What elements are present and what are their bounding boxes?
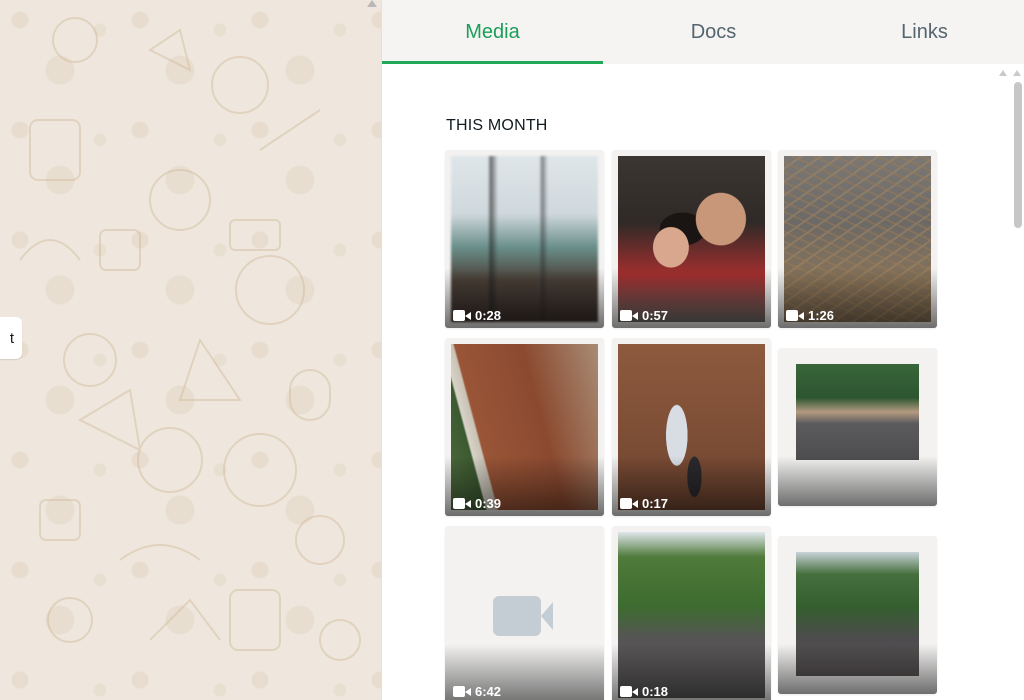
thumbnail-gradient	[778, 456, 937, 506]
tab-links[interactable]: Links	[824, 0, 1024, 64]
media-tabs: Media Docs Links	[382, 0, 1024, 64]
tab-media[interactable]: Media	[382, 0, 603, 64]
message-text: t	[9, 329, 14, 347]
video-camera-icon	[453, 310, 471, 321]
media-item[interactable]	[778, 536, 937, 694]
message-bubble[interactable]: t	[0, 317, 22, 359]
video-duration: 0:28	[453, 308, 501, 323]
video-duration: 0:39	[453, 496, 501, 511]
chat-wallpaper: t	[0, 0, 381, 700]
media-content: THIS MONTH 0:28 0:57 1:26 0:39 0:17 6:42…	[382, 64, 1024, 700]
video-duration: 6:42	[453, 684, 501, 699]
duration-label: 6:42	[475, 684, 502, 699]
media-item[interactable]: 0:28	[445, 150, 604, 328]
chat-scroll-up-arrow[interactable]	[367, 0, 377, 7]
section-title: THIS MONTH	[446, 117, 548, 134]
video-duration: 0:17	[620, 496, 668, 511]
video-camera-icon	[453, 498, 471, 509]
video-duration: 0:57	[620, 308, 668, 323]
video-duration: 1:26	[786, 308, 834, 323]
duration-label: 1:26	[808, 308, 835, 323]
tab-links-label: Links	[901, 20, 948, 43]
tab-docs[interactable]: Docs	[603, 0, 824, 64]
video-camera-icon	[786, 310, 804, 321]
scroll-up-arrow-secondary[interactable]	[1013, 70, 1021, 76]
video-camera-icon	[620, 310, 638, 321]
media-item[interactable]: 6:42	[445, 526, 604, 700]
tab-media-label: Media	[465, 20, 520, 43]
duration-label: 0:57	[642, 308, 669, 323]
duration-label: 0:18	[642, 684, 669, 699]
duration-label: 0:28	[475, 308, 502, 323]
tab-docs-label: Docs	[690, 20, 737, 43]
media-item[interactable]	[778, 348, 937, 506]
media-item[interactable]: 0:18	[612, 526, 771, 700]
thumbnail-gradient	[778, 644, 937, 694]
video-camera-icon	[620, 498, 638, 509]
duration-label: 0:17	[642, 496, 669, 511]
duration-label: 0:39	[475, 496, 502, 511]
wallpaper-doodles	[19, 17, 361, 661]
media-panel: Media Docs Links THIS MONTH 0:28 0:57 1:…	[381, 0, 1024, 700]
scroll-up-arrow[interactable]	[999, 70, 1007, 76]
video-duration: 0:18	[620, 684, 668, 699]
media-item[interactable]: 1:26	[778, 150, 937, 328]
image-thumbnail	[796, 364, 919, 460]
video-placeholder-icon	[493, 596, 553, 636]
app-root: t Media Docs Links THIS MONTH 0:28 0:57 …	[0, 0, 1024, 700]
media-item[interactable]: 0:17	[612, 338, 771, 516]
video-camera-icon	[620, 686, 638, 697]
media-item[interactable]: 0:57	[612, 150, 771, 328]
video-camera-icon	[453, 686, 471, 697]
media-item[interactable]: 0:39	[445, 338, 604, 516]
scrollbar-thumb[interactable]	[1014, 82, 1022, 228]
